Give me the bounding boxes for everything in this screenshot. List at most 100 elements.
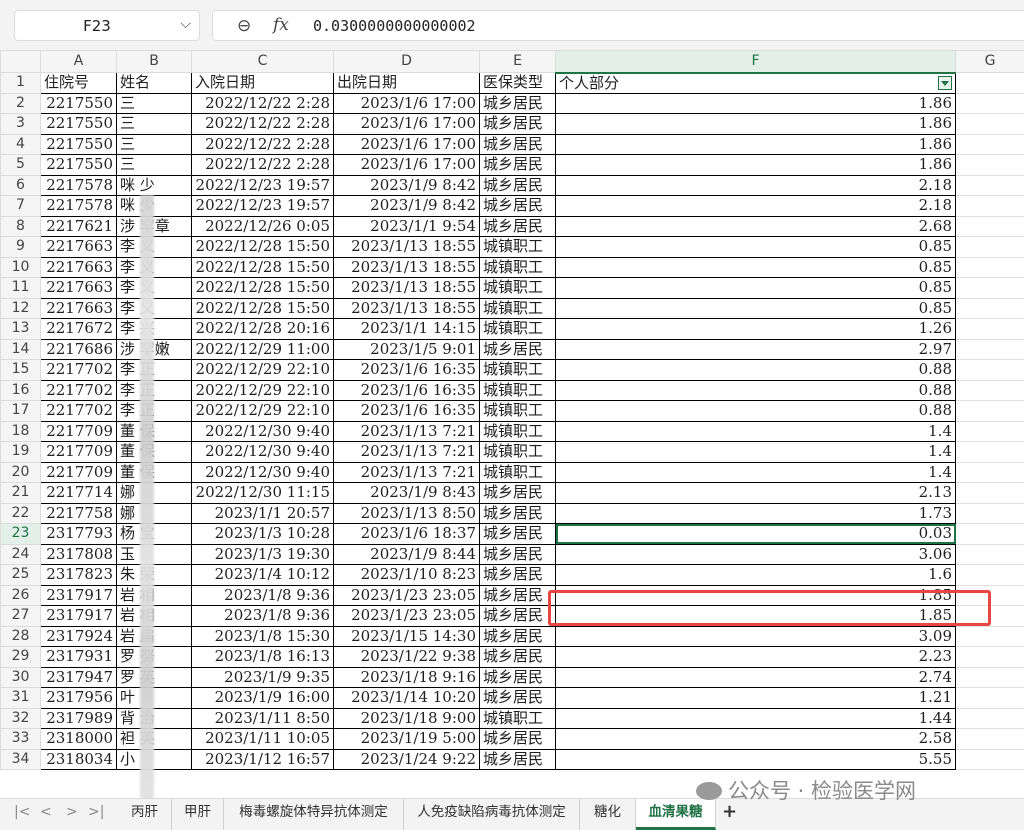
cell-patient-name[interactable]: 李 义 [116, 277, 192, 299]
row-header[interactable]: 9 [0, 236, 41, 258]
cell-personal-amount[interactable]: 1.4 [555, 420, 956, 442]
empty-cell[interactable] [955, 195, 1024, 217]
empty-cell[interactable] [955, 113, 1024, 135]
cell-discharge-date[interactable]: 2023/1/22 9:38 [333, 646, 480, 668]
empty-cell[interactable] [955, 523, 1024, 545]
row-header[interactable]: 32 [0, 707, 41, 729]
column-header-a[interactable]: A [40, 50, 117, 73]
cell-discharge-date[interactable]: 2023/1/13 18:55 [333, 256, 480, 278]
chevron-down-icon[interactable]: ⌵ [180, 16, 191, 32]
cell-insurance-type[interactable]: 城镇职工 [479, 420, 556, 442]
row-header[interactable]: 8 [0, 215, 41, 237]
cell-inpatient-id[interactable]: 2317823 [40, 564, 117, 586]
cell-admission-date[interactable]: 2022/12/30 11:15 [191, 482, 334, 504]
cell-discharge-date[interactable]: 2023/1/5 9:01 [333, 338, 480, 360]
empty-cell[interactable] [955, 420, 1024, 442]
cell-admission-date[interactable]: 2022/12/23 19:57 [191, 174, 334, 196]
cell-discharge-date[interactable]: 2023/1/6 17:00 [333, 154, 480, 176]
cell-patient-name[interactable]: 玉 [116, 543, 192, 565]
cell-personal-amount[interactable]: 0.85 [555, 236, 956, 258]
row-header[interactable]: 11 [0, 277, 41, 299]
empty-cell[interactable] [955, 687, 1024, 709]
header-cell[interactable]: 入院日期 [191, 72, 334, 94]
cell-discharge-date[interactable]: 2023/1/6 16:35 [333, 379, 480, 401]
cell-discharge-date[interactable]: 2023/1/6 17:00 [333, 92, 480, 114]
cell-admission-date[interactable]: 2023/1/3 19:30 [191, 543, 334, 565]
cell-admission-date[interactable]: 2022/12/26 0:05 [191, 215, 334, 237]
cell-admission-date[interactable]: 2022/12/22 2:28 [191, 154, 334, 176]
cell-inpatient-id[interactable]: 2317924 [40, 625, 117, 647]
cell-patient-name[interactable]: 三 [116, 113, 192, 135]
cell-insurance-type[interactable]: 城镇职工 [479, 318, 556, 340]
row-header[interactable]: 34 [0, 748, 41, 770]
last-sheet-icon[interactable]: >| [88, 804, 104, 820]
cell-patient-name[interactable]: 娜 [116, 502, 192, 524]
empty-cell[interactable] [955, 625, 1024, 647]
row-header[interactable]: 23 [0, 523, 41, 545]
row-header[interactable]: 30 [0, 666, 41, 688]
formula-input[interactable]: 0.0300000000000002 [313, 17, 476, 35]
row-header[interactable]: 24 [0, 543, 41, 565]
cell-inpatient-id[interactable]: 2217550 [40, 113, 117, 135]
cell-discharge-date[interactable]: 2023/1/9 8:42 [333, 174, 480, 196]
tab-hepatitis-a[interactable]: 甲肝 [172, 799, 224, 830]
row-header[interactable]: 27 [0, 605, 41, 627]
row-header[interactable]: 4 [0, 133, 41, 155]
cell-inpatient-id[interactable]: 2217702 [40, 400, 117, 422]
cell-inpatient-id[interactable]: 2217578 [40, 174, 117, 196]
cell-inpatient-id[interactable]: 2317917 [40, 605, 117, 627]
cell-inpatient-id[interactable]: 2217621 [40, 215, 117, 237]
row-header[interactable]: 17 [0, 400, 41, 422]
empty-cell[interactable] [955, 359, 1024, 381]
cell-discharge-date[interactable]: 2023/1/13 7:21 [333, 441, 480, 463]
cell-inpatient-id[interactable]: 2317917 [40, 584, 117, 606]
row-header[interactable]: 1 [0, 72, 41, 94]
cell-discharge-date[interactable]: 2023/1/10 8:23 [333, 564, 480, 586]
cell-discharge-date[interactable]: 2023/1/15 14:30 [333, 625, 480, 647]
cell-admission-date[interactable]: 2022/12/28 15:50 [191, 277, 334, 299]
cell-insurance-type[interactable]: 城乡居民 [479, 646, 556, 668]
row-header[interactable]: 26 [0, 584, 41, 606]
empty-cell[interactable] [955, 461, 1024, 483]
cell-inpatient-id[interactable]: 2317947 [40, 666, 117, 688]
column-header-g[interactable]: G [955, 50, 1024, 73]
cell-admission-date[interactable]: 2022/12/29 22:10 [191, 359, 334, 381]
tab-glycated[interactable]: 糖化 [580, 799, 636, 830]
cell-admission-date[interactable]: 2023/1/1 20:57 [191, 502, 334, 524]
empty-cell[interactable] [955, 748, 1024, 770]
cell-discharge-date[interactable]: 2023/1/9 8:42 [333, 195, 480, 217]
cell-patient-name[interactable]: 杨 宝 [116, 523, 192, 545]
cell-admission-date[interactable]: 2023/1/11 8:50 [191, 707, 334, 729]
cell-insurance-type[interactable]: 城乡居民 [479, 113, 556, 135]
cell-patient-name[interactable]: 李 义 [116, 256, 192, 278]
cell-insurance-type[interactable]: 城乡居民 [479, 154, 556, 176]
cell-insurance-type[interactable]: 城镇职工 [479, 277, 556, 299]
cell-insurance-type[interactable]: 城乡居民 [479, 482, 556, 504]
cell-insurance-type[interactable]: 城乡居民 [479, 564, 556, 586]
row-header[interactable]: 15 [0, 359, 41, 381]
column-header-d[interactable]: D [333, 50, 480, 73]
cell-discharge-date[interactable]: 2023/1/13 18:55 [333, 236, 480, 258]
cell-admission-date[interactable]: 2022/12/29 22:10 [191, 400, 334, 422]
cell-personal-amount[interactable]: 1.86 [555, 92, 956, 114]
row-header[interactable]: 28 [0, 625, 41, 647]
empty-cell[interactable] [955, 174, 1024, 196]
cell-admission-date[interactable]: 2023/1/9 9:35 [191, 666, 334, 688]
selected-cell[interactable]: 0.03 [555, 523, 956, 545]
cell-patient-name[interactable]: 李 正 [116, 359, 192, 381]
cell-personal-amount[interactable]: 1.86 [555, 113, 956, 135]
cell-discharge-date[interactable]: 2023/1/6 17:00 [333, 113, 480, 135]
cell-personal-amount[interactable]: 0.85 [555, 256, 956, 278]
cell-patient-name[interactable]: 董 保 [116, 441, 192, 463]
cell-inpatient-id[interactable]: 2317989 [40, 707, 117, 729]
cell-admission-date[interactable]: 2023/1/8 15:30 [191, 625, 334, 647]
cell-patient-name[interactable]: 涉 罕嫩 [116, 338, 192, 360]
cell-patient-name[interactable]: 涉 罕章 [116, 215, 192, 237]
cell-patient-name[interactable]: 李 正 [116, 379, 192, 401]
cell-personal-amount[interactable]: 1.6 [555, 564, 956, 586]
cell-insurance-type[interactable]: 城乡居民 [479, 215, 556, 237]
cell-inpatient-id[interactable]: 2318000 [40, 728, 117, 750]
cell-insurance-type[interactable]: 城乡居民 [479, 92, 556, 114]
cell-discharge-date[interactable]: 2023/1/6 16:35 [333, 359, 480, 381]
cell-insurance-type[interactable]: 城乡居民 [479, 728, 556, 750]
